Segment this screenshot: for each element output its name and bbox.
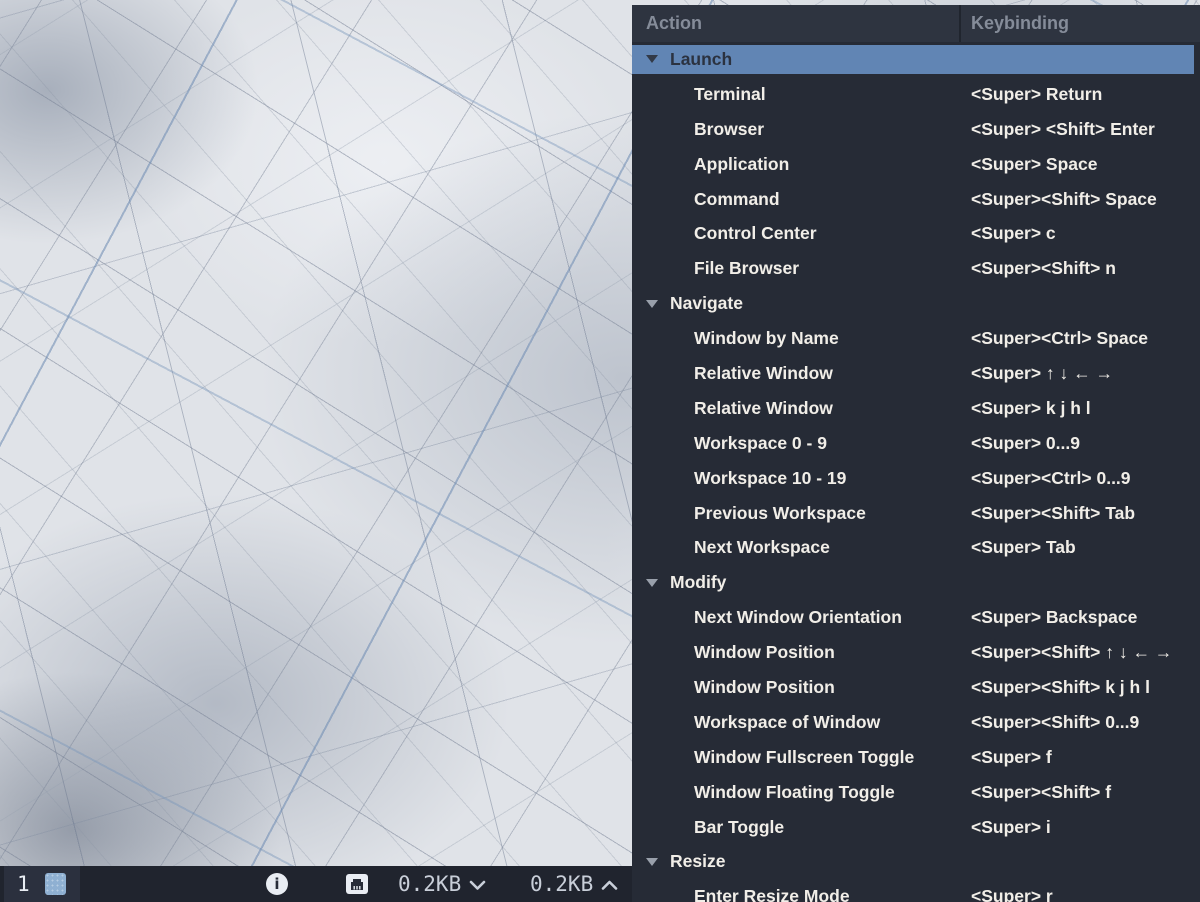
- collapse-triangle-icon[interactable]: [646, 300, 658, 308]
- action-label: Application: [694, 154, 971, 175]
- keybinding-value: <Super> c: [971, 223, 1194, 244]
- keybinding-row[interactable]: Previous Workspace<Super><Shift> Tab: [632, 496, 1194, 531]
- keybinding-row[interactable]: Relative Window<Super> ↑ ↓ ← →: [632, 356, 1194, 391]
- keybinding-row[interactable]: Browser<Super> <Shift> Enter: [632, 112, 1194, 147]
- chevron-down-icon: [469, 880, 486, 891]
- collapse-triangle-icon[interactable]: [646, 55, 658, 63]
- keybinding-value: <Super><Shift> k j h l: [971, 677, 1194, 698]
- keybinding-row[interactable]: Command<Super><Shift> Space: [632, 182, 1194, 217]
- keybinding-value: <Super><Shift> ↑ ↓ ← →: [971, 642, 1194, 663]
- keybinding-value: <Super> Tab: [971, 537, 1194, 558]
- download-rate: 0.2KB: [398, 872, 461, 896]
- keybinding-row[interactable]: Workspace 0 - 9<Super> 0...9: [632, 426, 1194, 461]
- keybinding-value: <Super> 0...9: [971, 433, 1194, 454]
- action-label: Window Position: [694, 642, 971, 663]
- keybinding-row[interactable]: Workspace 10 - 19<Super><Ctrl> 0...9: [632, 461, 1194, 496]
- action-label: Next Workspace: [694, 537, 971, 558]
- action-label: Window Position: [694, 677, 971, 698]
- action-label: Enter Resize Mode: [694, 886, 971, 902]
- upload-rate: 0.2KB: [530, 872, 593, 896]
- workspace-indicator[interactable]: 1: [4, 866, 80, 902]
- keybinding-value: <Super><Shift> n: [971, 258, 1194, 279]
- keybinding-row[interactable]: Window Position<Super><Shift> ↑ ↓ ← →: [632, 635, 1194, 670]
- action-label: Next Window Orientation: [694, 607, 971, 628]
- keybinding-value: <Super> f: [971, 747, 1194, 768]
- action-label: Window Fullscreen Toggle: [694, 747, 971, 768]
- workspace-number: 1: [17, 872, 30, 896]
- keybinding-value: <Super> Return: [971, 84, 1194, 105]
- action-label: Control Center: [694, 223, 971, 244]
- keybinding-row[interactable]: Window Position<Super><Shift> k j h l: [632, 670, 1194, 705]
- chevron-up-icon: [601, 880, 618, 891]
- section-label: Navigate: [670, 293, 743, 314]
- keybinding-value: <Super><Shift> f: [971, 782, 1194, 803]
- workspace-active-square-icon: [45, 873, 66, 895]
- action-label: Workspace 10 - 19: [694, 468, 971, 489]
- action-label: Workspace 0 - 9: [694, 433, 971, 454]
- keybinding-value: <Super><Shift> Space: [971, 189, 1194, 210]
- keybinding-row[interactable]: Bar Toggle<Super> i: [632, 810, 1194, 845]
- network-upload[interactable]: 0.2KB: [530, 866, 618, 902]
- keybinding-row[interactable]: Application<Super> Space: [632, 147, 1194, 182]
- keybinding-value: <Super><Ctrl> 0...9: [971, 468, 1194, 489]
- collapse-triangle-icon[interactable]: [646, 858, 658, 866]
- network-download[interactable]: 0.2KB: [398, 866, 486, 902]
- ethernet-icon[interactable]: [345, 873, 369, 899]
- action-label: File Browser: [694, 258, 971, 279]
- status-bar: 1 i 0.2KB 0.2KB: [0, 866, 632, 902]
- keybinding-row[interactable]: File Browser<Super><Shift> n: [632, 251, 1194, 286]
- keybinding-row[interactable]: Next Window Orientation<Super> Backspace: [632, 600, 1194, 635]
- keybinding-row[interactable]: Next Workspace<Super> Tab: [632, 530, 1194, 565]
- action-label: Command: [694, 189, 971, 210]
- keybinding-row[interactable]: Control Center<Super> c: [632, 216, 1194, 251]
- column-header-keybinding[interactable]: Keybinding: [961, 13, 1069, 34]
- action-label: Browser: [694, 119, 971, 140]
- keybinding-row[interactable]: Window by Name<Super><Ctrl> Space: [632, 321, 1194, 356]
- keybindings-panel: Action Keybinding LaunchTerminal<Super> …: [632, 5, 1200, 902]
- section-row-navigate[interactable]: Navigate: [632, 286, 1194, 321]
- keybinding-value: <Super><Shift> 0...9: [971, 712, 1194, 733]
- column-header-action[interactable]: Action: [632, 13, 959, 34]
- keybinding-row[interactable]: Window Fullscreen Toggle<Super> f: [632, 740, 1194, 775]
- action-label: Window by Name: [694, 328, 971, 349]
- keybinding-value: <Super> <Shift> Enter: [971, 119, 1194, 140]
- panel-header: Action Keybinding: [632, 5, 1200, 42]
- keybinding-value: <Super> i: [971, 817, 1194, 838]
- info-icon[interactable]: i: [266, 873, 288, 895]
- action-label: Relative Window: [694, 363, 971, 384]
- section-label: Resize: [670, 851, 725, 872]
- keybinding-value: <Super> r: [971, 886, 1194, 902]
- action-label: Previous Workspace: [694, 503, 971, 524]
- keybinding-row[interactable]: Relative Window<Super> k j h l: [632, 391, 1194, 426]
- keybinding-value: <Super> Space: [971, 154, 1194, 175]
- section-row-modify[interactable]: Modify: [632, 565, 1194, 600]
- action-label: Workspace of Window: [694, 712, 971, 733]
- keybinding-value: <Super><Shift> Tab: [971, 503, 1194, 524]
- keybinding-value: <Super> ↑ ↓ ← →: [971, 363, 1194, 384]
- keybinding-row[interactable]: Workspace of Window<Super><Shift> 0...9: [632, 705, 1194, 740]
- keybinding-value: <Super> k j h l: [971, 398, 1194, 419]
- section-row-resize[interactable]: Resize: [632, 844, 1194, 879]
- keybinding-row[interactable]: Window Floating Toggle<Super><Shift> f: [632, 775, 1194, 810]
- action-label: Terminal: [694, 84, 971, 105]
- action-label: Bar Toggle: [694, 817, 971, 838]
- section-row-launch[interactable]: Launch: [632, 42, 1194, 77]
- keybinding-value: <Super> Backspace: [971, 607, 1194, 628]
- keybinding-row[interactable]: Terminal<Super> Return: [632, 77, 1194, 112]
- keybinding-row[interactable]: Enter Resize Mode<Super> r: [632, 879, 1194, 902]
- keybinding-value: <Super><Ctrl> Space: [971, 328, 1194, 349]
- section-label: Launch: [670, 49, 732, 70]
- collapse-triangle-icon[interactable]: [646, 579, 658, 587]
- keybinding-rows: LaunchTerminal<Super> ReturnBrowser<Supe…: [632, 42, 1200, 902]
- action-label: Relative Window: [694, 398, 971, 419]
- action-label: Window Floating Toggle: [694, 782, 971, 803]
- section-label: Modify: [670, 572, 726, 593]
